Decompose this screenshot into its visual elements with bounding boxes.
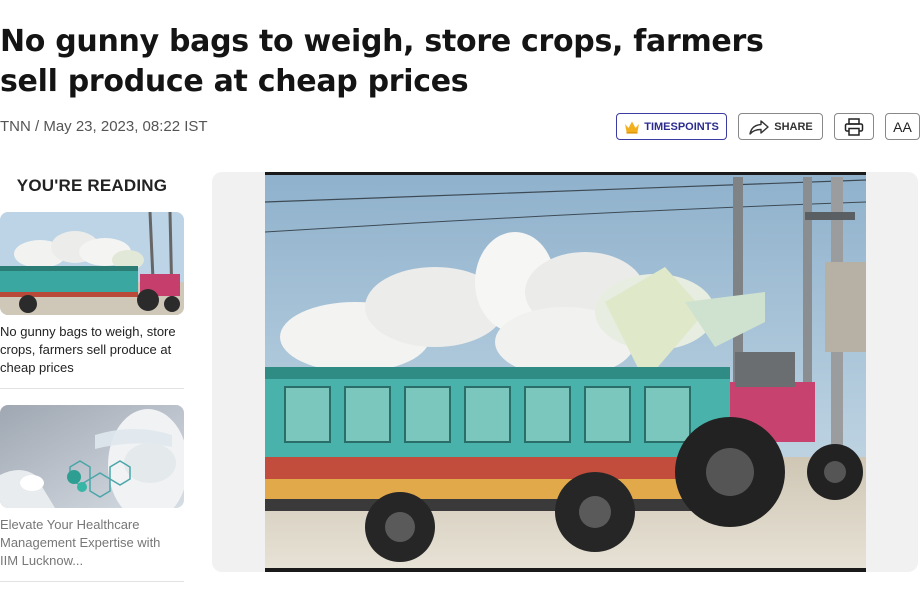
- share-button[interactable]: SHARE: [738, 113, 823, 140]
- article-byline: TNN / May 23, 2023, 08:22 IST: [0, 118, 208, 135]
- sidebar-thumbnail-scientist: [0, 405, 184, 508]
- article-headline: No gunny bags to weigh, store crops, far…: [0, 24, 764, 99]
- youre-reading-sidebar: YOU'RE READING No gunny bags to weigh, s…: [0, 170, 184, 591]
- print-button[interactable]: [834, 113, 874, 140]
- sidebar-card-current-title: No gunny bags to weigh, store crops, far…: [0, 324, 176, 375]
- sidebar-card-ad-title: Elevate Your Healthcare Management Exper…: [0, 517, 161, 568]
- crown-icon: [625, 121, 640, 134]
- sidebar-thumbnail-truck: [0, 212, 184, 315]
- youre-reading-heading: YOU'RE READING: [16, 176, 168, 195]
- article-hero-image[interactable]: [265, 172, 866, 572]
- printer-icon: [844, 117, 864, 136]
- share-label: SHARE: [774, 120, 813, 133]
- timespoints-button[interactable]: TIMESPOINTS: [616, 113, 727, 140]
- sidebar-card-ad[interactable]: Elevate Your Healthcare Management Exper…: [0, 405, 184, 582]
- font-size-button[interactable]: AA: [885, 113, 920, 140]
- share-arrow-icon: [749, 119, 769, 135]
- sidebar-card-current[interactable]: No gunny bags to weigh, store crops, far…: [0, 212, 184, 389]
- timespoints-label: TIMESPOINTS: [644, 120, 719, 133]
